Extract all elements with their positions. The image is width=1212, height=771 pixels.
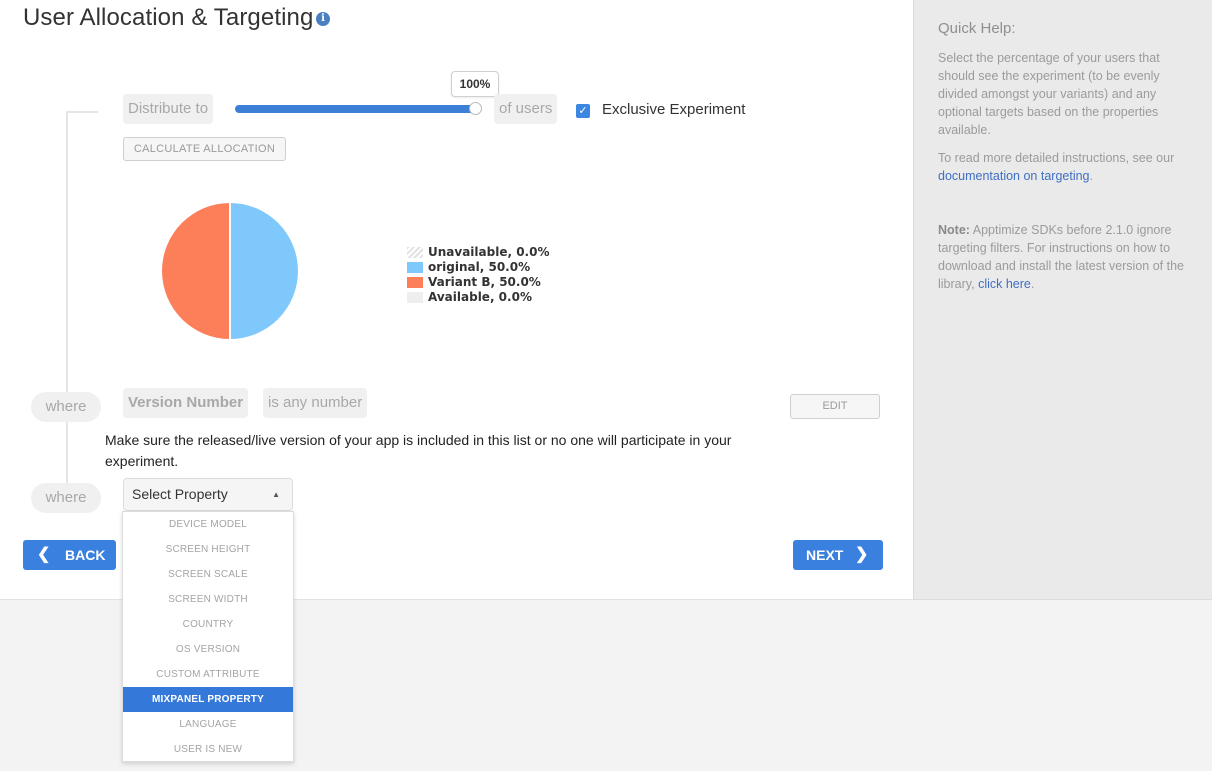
property-select[interactable]: Select Property ▲ <box>123 478 293 511</box>
back-button[interactable]: ❮ BACK <box>23 540 116 570</box>
legend-item: Variant B, 50.0% <box>407 275 550 290</box>
chevron-right-icon: ❯ <box>855 546 869 563</box>
next-button[interactable]: NEXT ❯ <box>793 540 883 570</box>
dropdown-option[interactable]: COUNTRY <box>123 612 293 637</box>
note-label: Note: <box>938 223 970 237</box>
click-here-link[interactable]: click here <box>978 277 1031 291</box>
legend-label: Unavailable, 0.0% <box>428 245 550 259</box>
dropdown-option[interactable]: SCREEN HEIGHT <box>123 537 293 562</box>
back-label: BACK <box>65 547 106 563</box>
calculate-allocation-button[interactable]: CALCULATE ALLOCATION <box>123 137 286 161</box>
tree-connector-branch <box>66 111 98 113</box>
dropdown-option[interactable]: SCREEN SCALE <box>123 562 293 587</box>
where-label: where <box>31 392 101 422</box>
help-docs-intro: To read more detailed instructions, see … <box>938 151 1175 165</box>
help-text: Select the percentage of your users that… <box>938 51 1160 137</box>
dropdown-option[interactable]: CUSTOM ATTRIBUTE <box>123 662 293 687</box>
dropdown-option[interactable]: SCREEN WIDTH <box>123 587 293 612</box>
chevron-left-icon: ❮ <box>37 546 51 563</box>
filter-condition: is any number <box>263 388 368 418</box>
note-text: Apptimize SDKs before 2.1.0 ignore targe… <box>938 223 1184 291</box>
info-icon[interactable]: i <box>316 12 330 26</box>
dropdown-option-highlighted[interactable]: MIXPANEL PROPERTY <box>123 687 293 712</box>
dropdown-option[interactable]: USER IS NEW <box>123 737 293 762</box>
dropdown-option[interactable]: DEVICE MODEL <box>123 512 293 537</box>
dropdown-option[interactable]: OS VERSION <box>123 637 293 662</box>
help-docs-text: To read more detailed instructions, see … <box>938 151 1175 183</box>
quick-help-panel: Quick Help: Select the percentage of you… <box>913 0 1212 600</box>
version-warning: Make sure the released/live version of y… <box>105 432 732 469</box>
allocation-slider[interactable] <box>235 105 475 113</box>
docs-link[interactable]: documentation on targeting <box>938 169 1090 183</box>
pie-slice-variant-b <box>162 203 230 339</box>
legend-label: original, 50.0% <box>428 260 531 274</box>
next-label: NEXT <box>806 547 844 563</box>
help-note: Note: Apptimize SDKs before 2.1.0 ignore… <box>938 223 1184 291</box>
legend-label: Available, 0.0% <box>428 290 532 304</box>
tree-connector <box>66 112 68 484</box>
swatch-icon <box>407 277 423 288</box>
caret-up-icon: ▲ <box>272 490 280 499</box>
legend-item: Available, 0.0% <box>407 290 550 305</box>
help-title: Quick Help: <box>938 20 1016 37</box>
slider-handle[interactable] <box>469 102 482 115</box>
exclusive-label: Exclusive Experiment <box>602 101 746 118</box>
filter-property: Version Number <box>123 388 249 418</box>
page-title: User Allocation & Targeting <box>23 4 314 31</box>
hatched-swatch-icon <box>407 247 423 258</box>
edit-filter-button[interactable]: EDIT <box>790 394 880 419</box>
distribute-label: Distribute to <box>123 94 214 124</box>
exclusive-checkbox[interactable]: ✓ <box>576 104 590 118</box>
pie-legend: Unavailable, 0.0% original, 50.0% Varian… <box>407 245 550 305</box>
swatch-icon <box>407 262 423 273</box>
of-users-label: of users <box>494 94 558 124</box>
legend-item: original, 50.0% <box>407 260 550 275</box>
pie-slice-original <box>230 203 298 339</box>
legend-item: Unavailable, 0.0% <box>407 245 550 260</box>
legend-label: Variant B, 50.0% <box>428 275 541 289</box>
slider-value-tooltip: 100% <box>451 71 499 97</box>
main-panel: User Allocation & Targeting i Distribute… <box>0 0 913 600</box>
property-dropdown-menu: DEVICE MODEL SCREEN HEIGHT SCREEN SCALE … <box>122 511 294 762</box>
allocation-pie-chart <box>162 203 298 339</box>
swatch-icon <box>407 292 423 303</box>
select-value: Select Property <box>132 486 228 502</box>
dropdown-option[interactable]: LANGUAGE <box>123 712 293 737</box>
where-label: where <box>31 483 101 513</box>
